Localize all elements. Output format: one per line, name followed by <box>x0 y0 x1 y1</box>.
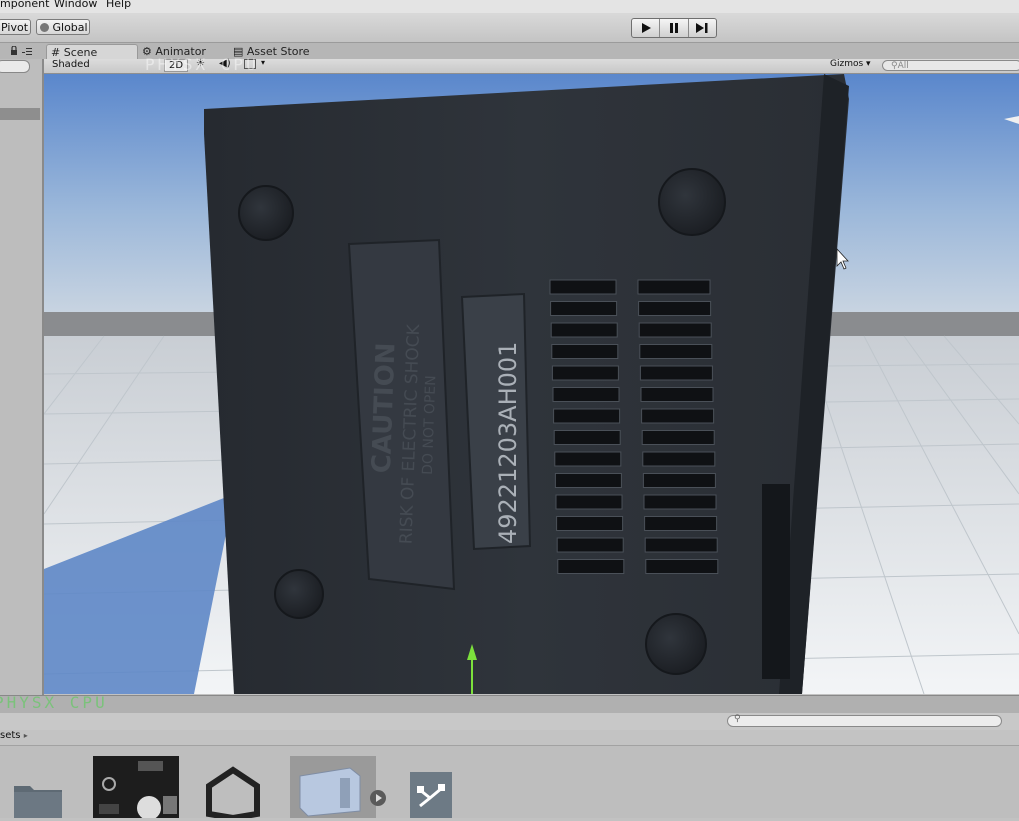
hierarchy-search-input[interactable] <box>0 60 30 73</box>
scene-viewport[interactable]: CAUTION RISK OF ELECTRIC SHOCK DO NOT OP… <box>44 74 1019 694</box>
pivot-button[interactable]: Pivot <box>0 19 31 35</box>
expand-arrow-icon[interactable] <box>370 790 386 806</box>
rubber-foot-top-left <box>238 185 294 241</box>
vent-slot <box>637 279 711 295</box>
lock-icon[interactable] <box>10 45 34 59</box>
chevron-down-icon[interactable]: ▾ <box>261 58 265 67</box>
pivot-label: Pivot <box>1 21 29 34</box>
vent-slot <box>557 559 625 574</box>
vent-slot <box>645 559 719 574</box>
grid-icon: # <box>51 46 61 59</box>
bottom-watermark: PHYSX CPU <box>0 693 108 712</box>
serial-label-text: 49221203AH001 <box>494 342 522 544</box>
vent-slot <box>640 387 714 402</box>
step-button[interactable] <box>689 19 716 37</box>
main-toolbar: Pivot Global <box>0 13 1019 43</box>
chevron-right-icon: ▸ <box>23 731 28 740</box>
vent-slot <box>553 430 621 445</box>
vent-slot <box>556 537 624 553</box>
asset-grid <box>0 746 1019 821</box>
play-icon <box>641 23 651 33</box>
global-button[interactable]: Global <box>36 19 90 35</box>
vent-slot <box>644 537 718 553</box>
vent-slot <box>551 344 619 359</box>
vent-slot <box>642 473 716 488</box>
project-search-input[interactable]: ⚲ <box>727 714 1002 727</box>
prefab-icon[interactable] <box>410 772 452 818</box>
rubber-foot-bottom-left <box>274 569 324 619</box>
hierarchy-panel <box>0 59 44 695</box>
play-button[interactable] <box>632 19 661 37</box>
vent-slot <box>549 279 617 295</box>
global-icon <box>40 23 49 32</box>
vent-slot <box>639 344 713 359</box>
scene-search-placeholder: All <box>897 61 909 71</box>
playback-controls <box>631 18 717 38</box>
vent-slot <box>552 387 620 402</box>
pause-button[interactable] <box>660 19 689 37</box>
vent-slot <box>551 365 619 381</box>
vent-slot <box>555 494 623 510</box>
vent-slot <box>554 451 622 467</box>
menu-bar: mponent Window Help <box>0 0 1019 14</box>
project-toolbar: ⚲ <box>0 713 1019 731</box>
breadcrumb[interactable]: sets ▸ <box>0 730 28 741</box>
vent-slot <box>553 408 621 424</box>
model-thumbnail[interactable] <box>290 756 376 818</box>
rubber-foot-bottom-right <box>645 613 707 675</box>
folder-icon[interactable] <box>12 778 64 818</box>
vent-slot <box>638 322 712 338</box>
caution-title: CAUTION <box>367 342 402 474</box>
step-icon <box>696 23 708 33</box>
vent-slot <box>641 408 715 424</box>
vent-slot <box>641 430 715 445</box>
menu-window[interactable]: Window <box>54 0 97 10</box>
gizmos-dropdown[interactable]: Gizmos ▾ <box>830 59 871 69</box>
rubber-foot-top-right <box>658 168 726 236</box>
vent-slot <box>556 516 624 531</box>
texture-thumbnail[interactable] <box>93 756 179 820</box>
menu-component[interactable]: mponent <box>0 0 49 10</box>
vent-slot <box>550 322 618 338</box>
serial-number: 49221203AH001 <box>494 342 522 544</box>
top-watermark: PHYSX CPU <box>145 55 259 74</box>
vent-slot <box>644 516 718 531</box>
bottom-strip: PHYSX CPU <box>0 693 1019 714</box>
unity-logo-icon[interactable] <box>205 766 261 821</box>
scene-toolbar: Shaded 2D ☀ ◀) ▾ PHYSX CPU Gizmos ▾ ⚲All <box>44 55 1019 74</box>
side-slot <box>762 484 790 679</box>
vent-slot <box>554 473 622 488</box>
pause-icon <box>669 23 678 33</box>
vent-slot <box>550 301 618 316</box>
search-icon: ⚲ <box>734 714 741 724</box>
vent-slot <box>639 365 713 381</box>
tab-scene[interactable]: # Scene <box>46 44 138 60</box>
menu-help[interactable]: Help <box>106 0 131 10</box>
global-label: Global <box>52 21 88 34</box>
vent-slot <box>642 451 716 467</box>
search-icon: ⚲ <box>891 61 898 71</box>
assets-breadcrumb-bar: sets ▸ <box>0 730 1019 746</box>
tab-scene-label: Scene <box>63 46 98 59</box>
shading-dropdown[interactable]: Shaded <box>52 59 90 70</box>
breadcrumb-assets: sets <box>0 730 21 741</box>
scene-search-input[interactable]: ⚲All <box>882 60 1019 71</box>
vent-slot <box>643 494 717 510</box>
vent-slot <box>638 301 712 316</box>
hierarchy-selected-row[interactable] <box>0 108 40 120</box>
gizmos-label: Gizmos <box>830 59 864 69</box>
